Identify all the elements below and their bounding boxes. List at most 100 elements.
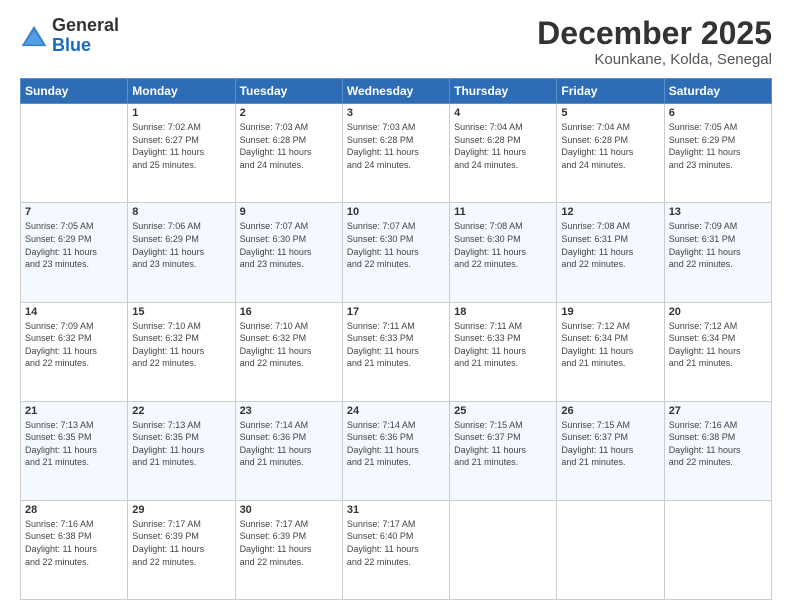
calendar-cell: 28 Sunrise: 7:16 AM Sunset: 6:38 PM Dayli… [21,500,128,599]
day-number: 4 [454,107,552,119]
calendar-week-4: 21Sunrise: 7:13 AM Sunset: 6:35 PM Dayli… [21,401,772,500]
calendar-cell: 14 Sunrise: 7:09 AM Sunset: 6:32 PM Dayli… [21,302,128,401]
day-info: Sunrise: 7:11 AM Sunset: 6:33 PM Dayligh… [347,320,445,370]
calendar-cell: 27 Sunrise: 7:16 AM Sunset: 6:38 PM Dayli… [664,401,771,500]
weekday-saturday: Saturday [664,79,771,104]
day-number: 19 [561,306,659,318]
day-number: 31 [347,504,445,516]
day-number: 3 [347,107,445,119]
calendar-cell: 19 Sunrise: 7:12 AM Sunset: 6:34 PM Dayli… [557,302,664,401]
day-number: 8 [132,206,230,218]
day-info: Sunrise: 7:16 AM Sunset: 6:38 PM Dayligh… [25,518,123,568]
weekday-wednesday: Wednesday [342,79,449,104]
calendar-cell: 9Sunrise: 7:07 AM Sunset: 6:30 PM Daylig… [235,203,342,302]
day-info: Sunrise: 7:03 AM Sunset: 6:28 PM Dayligh… [347,121,445,171]
calendar-cell: 22Sunrise: 7:13 AM Sunset: 6:35 PM Dayli… [128,401,235,500]
calendar-week-5: 28 Sunrise: 7:16 AM Sunset: 6:38 PM Dayli… [21,500,772,599]
day-number: 7 [25,206,123,218]
day-number: 27 [669,405,767,417]
day-info: Sunrise: 7:10 AM Sunset: 6:32 PM Dayligh… [132,320,230,370]
day-number: 30 [240,504,338,516]
day-number: 12 [561,206,659,218]
calendar-cell: 8 Sunrise: 7:06 AM Sunset: 6:29 PM Daylig… [128,203,235,302]
day-number: 26 [561,405,659,417]
calendar-cell: 15 Sunrise: 7:10 AM Sunset: 6:32 PM Dayli… [128,302,235,401]
calendar-cell: 25Sunrise: 7:15 AM Sunset: 6:37 PM Dayli… [450,401,557,500]
day-info: Sunrise: 7:17 AM Sunset: 6:40 PM Dayligh… [347,518,445,568]
calendar-cell: 1 Sunrise: 7:02 AM Sunset: 6:27 PM Daylig… [128,104,235,203]
day-info: Sunrise: 7:07 AM Sunset: 6:30 PM Dayligh… [347,220,445,270]
calendar-cell: 6Sunrise: 7:05 AM Sunset: 6:29 PM Daylig… [664,104,771,203]
day-number: 5 [561,107,659,119]
day-info: Sunrise: 7:15 AM Sunset: 6:37 PM Dayligh… [561,419,659,469]
page: General Blue December 2025 Kounkane, Kol… [0,0,792,612]
weekday-tuesday: Tuesday [235,79,342,104]
day-info: Sunrise: 7:15 AM Sunset: 6:37 PM Dayligh… [454,419,552,469]
weekday-friday: Friday [557,79,664,104]
calendar-cell: 11 Sunrise: 7:08 AM Sunset: 6:30 PM Dayli… [450,203,557,302]
day-info: Sunrise: 7:09 AM Sunset: 6:31 PM Dayligh… [669,220,767,270]
day-number: 17 [347,306,445,318]
day-number: 14 [25,306,123,318]
calendar-cell [557,500,664,599]
weekday-monday: Monday [128,79,235,104]
day-info: Sunrise: 7:08 AM Sunset: 6:30 PM Dayligh… [454,220,552,270]
day-number: 15 [132,306,230,318]
day-number: 10 [347,206,445,218]
calendar-cell: 5Sunrise: 7:04 AM Sunset: 6:28 PM Daylig… [557,104,664,203]
calendar-cell: 18 Sunrise: 7:11 AM Sunset: 6:33 PM Dayli… [450,302,557,401]
day-number: 23 [240,405,338,417]
day-number: 16 [240,306,338,318]
day-number: 1 [132,107,230,119]
calendar-cell: 12 Sunrise: 7:08 AM Sunset: 6:31 PM Dayli… [557,203,664,302]
calendar-cell [450,500,557,599]
day-number: 20 [669,306,767,318]
day-info: Sunrise: 7:05 AM Sunset: 6:29 PM Dayligh… [669,121,767,171]
calendar-week-1: 1 Sunrise: 7:02 AM Sunset: 6:27 PM Daylig… [21,104,772,203]
calendar-cell: 16Sunrise: 7:10 AM Sunset: 6:32 PM Dayli… [235,302,342,401]
day-info: Sunrise: 7:17 AM Sunset: 6:39 PM Dayligh… [240,518,338,568]
day-info: Sunrise: 7:04 AM Sunset: 6:28 PM Dayligh… [454,121,552,171]
calendar-week-2: 7Sunrise: 7:05 AM Sunset: 6:29 PM Daylig… [21,203,772,302]
calendar-table: Sunday Monday Tuesday Wednesday Thursday… [20,78,772,600]
logo-text-line1: General [52,16,119,36]
day-info: Sunrise: 7:03 AM Sunset: 6:28 PM Dayligh… [240,121,338,171]
calendar-cell: 13Sunrise: 7:09 AM Sunset: 6:31 PM Dayli… [664,203,771,302]
weekday-row: Sunday Monday Tuesday Wednesday Thursday… [21,79,772,104]
day-info: Sunrise: 7:08 AM Sunset: 6:31 PM Dayligh… [561,220,659,270]
calendar-cell: 30 Sunrise: 7:17 AM Sunset: 6:39 PM Dayli… [235,500,342,599]
calendar-cell: 23 Sunrise: 7:14 AM Sunset: 6:36 PM Dayli… [235,401,342,500]
day-info: Sunrise: 7:07 AM Sunset: 6:30 PM Dayligh… [240,220,338,270]
calendar-cell: 4 Sunrise: 7:04 AM Sunset: 6:28 PM Daylig… [450,104,557,203]
location: Kounkane, Kolda, Senegal [537,51,772,68]
day-number: 24 [347,405,445,417]
day-info: Sunrise: 7:14 AM Sunset: 6:36 PM Dayligh… [240,419,338,469]
calendar-cell: 3 Sunrise: 7:03 AM Sunset: 6:28 PM Daylig… [342,104,449,203]
day-info: Sunrise: 7:02 AM Sunset: 6:27 PM Dayligh… [132,121,230,171]
day-info: Sunrise: 7:09 AM Sunset: 6:32 PM Dayligh… [25,320,123,370]
calendar-cell [664,500,771,599]
day-info: Sunrise: 7:16 AM Sunset: 6:38 PM Dayligh… [669,419,767,469]
calendar-cell: 26 Sunrise: 7:15 AM Sunset: 6:37 PM Dayli… [557,401,664,500]
calendar-cell: 17 Sunrise: 7:11 AM Sunset: 6:33 PM Dayli… [342,302,449,401]
day-info: Sunrise: 7:17 AM Sunset: 6:39 PM Dayligh… [132,518,230,568]
day-info: Sunrise: 7:13 AM Sunset: 6:35 PM Dayligh… [25,419,123,469]
weekday-thursday: Thursday [450,79,557,104]
calendar-cell: 29 Sunrise: 7:17 AM Sunset: 6:39 PM Dayli… [128,500,235,599]
calendar-cell: 7Sunrise: 7:05 AM Sunset: 6:29 PM Daylig… [21,203,128,302]
day-info: Sunrise: 7:12 AM Sunset: 6:34 PM Dayligh… [561,320,659,370]
day-number: 29 [132,504,230,516]
calendar-cell [21,104,128,203]
day-info: Sunrise: 7:11 AM Sunset: 6:33 PM Dayligh… [454,320,552,370]
day-info: Sunrise: 7:06 AM Sunset: 6:29 PM Dayligh… [132,220,230,270]
header: General Blue December 2025 Kounkane, Kol… [20,16,772,68]
logo: General Blue [20,16,119,56]
day-number: 18 [454,306,552,318]
day-number: 11 [454,206,552,218]
calendar-week-3: 14 Sunrise: 7:09 AM Sunset: 6:32 PM Dayli… [21,302,772,401]
calendar-cell: 31 Sunrise: 7:17 AM Sunset: 6:40 PM Dayli… [342,500,449,599]
day-info: Sunrise: 7:13 AM Sunset: 6:35 PM Dayligh… [132,419,230,469]
day-number: 28 [25,504,123,516]
calendar-cell: 24Sunrise: 7:14 AM Sunset: 6:36 PM Dayli… [342,401,449,500]
calendar-cell: 2Sunrise: 7:03 AM Sunset: 6:28 PM Daylig… [235,104,342,203]
